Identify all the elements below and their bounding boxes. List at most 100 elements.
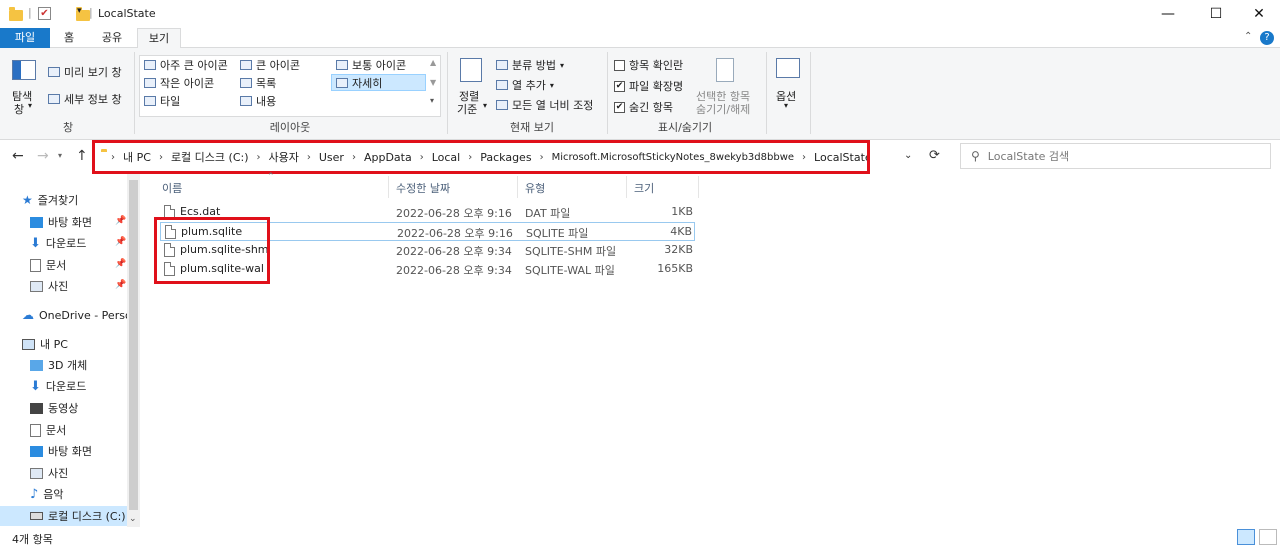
sort-by-button[interactable]: 정렬 기준 ▾ xyxy=(455,56,489,118)
breadcrumb-chevron-icon[interactable]: › xyxy=(159,152,163,163)
maximize-button[interactable]: ☐ xyxy=(1193,0,1239,28)
breadcrumb-chevron-icon[interactable]: › xyxy=(420,152,424,163)
details-icon xyxy=(336,77,348,88)
pin-icon[interactable]: 📌 xyxy=(115,216,126,226)
breadcrumb-chevron-icon[interactable]: › xyxy=(468,152,472,163)
minimize-button[interactable]: — xyxy=(1145,0,1191,28)
breadcrumb-appdata[interactable]: AppData xyxy=(364,151,412,164)
add-columns-button[interactable]: 열 추가 ▾ xyxy=(496,77,554,93)
pin-icon[interactable]: 📌 xyxy=(115,259,126,269)
ribbon-separator xyxy=(447,52,448,134)
nav-pc-pictures[interactable]: 사진 xyxy=(30,463,68,483)
layout-extra-large[interactable]: 아주 큰 아이콘 xyxy=(144,57,228,73)
layout-content[interactable]: 내용 xyxy=(240,93,276,109)
tab-home[interactable]: 홈 xyxy=(54,28,84,48)
preview-pane-button[interactable]: 미리 보기 창 xyxy=(48,64,122,80)
refresh-icon[interactable]: ⟳ xyxy=(929,148,940,163)
item-checkboxes-toggle[interactable]: 항목 확인란 xyxy=(614,57,683,73)
forward-icon[interactable]: → xyxy=(37,148,49,164)
address-dropdown-icon[interactable]: ⌄ xyxy=(904,150,912,161)
address-bar[interactable]: › 내 PC › 로컬 디스크 (C:) › 사용자 › User › AppD… xyxy=(92,140,870,174)
file-extensions-checkbox[interactable]: ✔ xyxy=(614,80,625,92)
file-extensions-toggle[interactable]: ✔ 파일 확장명 xyxy=(614,78,683,94)
nav-pc-3d-objects[interactable]: 3D 개체 xyxy=(30,355,87,375)
nav-pc-local-disk[interactable]: 로컬 디스크 (C:) xyxy=(0,506,127,526)
layout-small[interactable]: 작은 아이콘 xyxy=(144,75,214,91)
hidden-items-checkbox[interactable]: ✔ xyxy=(614,101,625,113)
back-icon[interactable]: ← xyxy=(12,148,24,164)
up-icon[interactable]: ↑ xyxy=(76,148,88,164)
layout-list[interactable]: 목록 xyxy=(240,75,276,91)
nav-pc-documents[interactable]: 문서 xyxy=(30,420,66,440)
column-divider[interactable] xyxy=(626,176,627,198)
help-icon[interactable]: ? xyxy=(1260,31,1274,45)
breadcrumb-local-disk[interactable]: 로컬 디스크 (C:) xyxy=(171,149,249,165)
gallery-scroll-up-icon[interactable]: ▲ xyxy=(430,58,436,67)
breadcrumb-localstate[interactable]: LocalState xyxy=(814,151,867,164)
recent-dropdown-icon[interactable]: ▾ xyxy=(58,151,62,160)
item-checkboxes-checkbox[interactable] xyxy=(614,59,625,71)
breadcrumb-chevron-icon[interactable]: › xyxy=(352,152,356,163)
breadcrumb-chevron-icon[interactable]: › xyxy=(111,152,115,163)
breadcrumb-users[interactable]: 사용자 xyxy=(269,149,299,165)
pin-icon[interactable]: 📌 xyxy=(115,280,126,290)
nav-qa-pictures[interactable]: 사진 xyxy=(30,276,68,296)
column-divider[interactable] xyxy=(517,176,518,198)
column-size[interactable]: 크기 xyxy=(634,180,654,196)
breadcrumb-sticky-notes[interactable]: Microsoft.MicrosoftStickyNotes_8wekyb3d8… xyxy=(552,152,794,163)
drive-icon xyxy=(30,512,43,520)
breadcrumb-this-pc[interactable]: 내 PC xyxy=(123,149,151,165)
large-icons-view-icon[interactable] xyxy=(1259,529,1277,545)
properties-icon[interactable]: ✔ xyxy=(38,7,51,20)
breadcrumb-packages[interactable]: Packages xyxy=(480,151,531,164)
column-divider[interactable] xyxy=(698,176,699,198)
breadcrumb-chevron-icon[interactable]: › xyxy=(540,152,544,163)
fit-columns-button[interactable]: 모든 열 너비 조정 xyxy=(496,97,593,113)
details-view-icon[interactable] xyxy=(1237,529,1255,545)
nav-pane-button[interactable]: 탐색 창 ▾ xyxy=(8,58,40,118)
nav-qa-downloads[interactable]: ⬇ 다운로드 xyxy=(30,233,86,253)
layout-large[interactable]: 큰 아이콘 xyxy=(240,57,300,73)
chevron-down-icon: ▾ xyxy=(559,60,564,70)
hide-selected-button[interactable]: 선택한 항목 숨기기/해제 xyxy=(694,56,760,118)
nav-qa-documents[interactable]: 문서 xyxy=(30,255,66,275)
gallery-scroll-down-icon[interactable]: ▼ xyxy=(430,78,436,87)
nav-scrollbar-thumb[interactable] xyxy=(129,180,138,510)
nav-pc-videos[interactable]: 동영상 xyxy=(30,398,78,418)
options-button[interactable]: 옵션 ▾ xyxy=(772,56,804,118)
nav-pc-downloads[interactable]: ⬇ 다운로드 xyxy=(30,376,86,396)
group-by-button[interactable]: 분류 방법 ▾ xyxy=(496,57,564,73)
hidden-items-toggle[interactable]: ✔ 숨긴 항목 xyxy=(614,99,673,115)
scroll-down-icon[interactable]: ⌄ xyxy=(129,514,137,524)
tab-share[interactable]: 공유 xyxy=(92,28,132,48)
nav-qa-desktop[interactable]: 바탕 화면 xyxy=(30,212,92,232)
column-name[interactable]: 이름 xyxy=(162,180,182,196)
gallery-more-icon[interactable]: ▾ xyxy=(430,96,434,105)
column-date[interactable]: 수정한 날짜 xyxy=(396,180,450,196)
nav-pc-desktop[interactable]: 바탕 화면 xyxy=(30,441,92,461)
pin-icon[interactable]: 📌 xyxy=(115,237,126,247)
layout-details[interactable]: 자세히 xyxy=(331,74,426,91)
tab-view[interactable]: 보기 xyxy=(137,28,181,49)
close-button[interactable]: ✕ xyxy=(1236,0,1280,28)
nav-this-pc[interactable]: 내 PC xyxy=(22,334,68,354)
column-divider[interactable] xyxy=(388,176,389,198)
tab-file[interactable]: 파일 xyxy=(0,28,50,48)
quick-access-dropdown-icon[interactable]: ▾ xyxy=(77,6,82,16)
breadcrumb-chevron-icon[interactable]: › xyxy=(307,152,311,163)
search-box[interactable]: ⚲ LocalState 검색 xyxy=(960,143,1271,169)
layout-tiles[interactable]: 타일 xyxy=(144,93,180,109)
column-type[interactable]: 유형 xyxy=(525,180,545,196)
collapse-ribbon-icon[interactable]: ⌃ xyxy=(1244,31,1252,42)
nav-pc-music[interactable]: ♪ 음악 xyxy=(30,484,64,504)
search-input[interactable]: LocalState 검색 xyxy=(988,148,1069,164)
window-title: LocalState xyxy=(98,7,156,20)
breadcrumb-user[interactable]: User xyxy=(319,151,344,164)
breadcrumb-chevron-icon[interactable]: › xyxy=(257,152,261,163)
nav-onedrive[interactable]: ☁ OneDrive - Person xyxy=(22,305,139,325)
nav-quick-access[interactable]: ★ 즐겨찾기 xyxy=(22,190,78,210)
breadcrumb-local[interactable]: Local xyxy=(432,151,461,164)
breadcrumb-chevron-icon[interactable]: › xyxy=(802,152,806,163)
layout-medium[interactable]: 보통 아이콘 xyxy=(336,57,406,73)
details-pane-button[interactable]: 세부 정보 창 xyxy=(48,91,122,107)
